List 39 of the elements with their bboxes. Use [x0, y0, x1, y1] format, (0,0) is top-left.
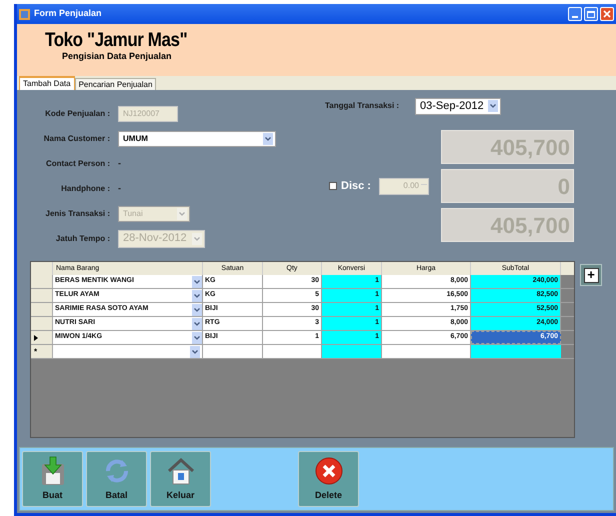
- toolbar-button[interactable]: Delete: [298, 451, 359, 507]
- new-row-cell[interactable]: [53, 345, 203, 358]
- disc-label: Disc :: [341, 178, 371, 194]
- field-label: Contact Person :: [44, 158, 111, 170]
- new-row-cell[interactable]: [263, 345, 322, 358]
- add-row-button[interactable]: +: [580, 264, 602, 286]
- window-title: Form Penjualan: [34, 7, 102, 20]
- current-row-icon: [34, 334, 38, 340]
- field-value: -: [118, 182, 121, 195]
- new-row-cell[interactable]: [382, 345, 471, 358]
- toolbar-button[interactable]: Keluar: [150, 451, 211, 507]
- app-icon: [19, 8, 30, 20]
- field-label: Jenis Transaksi :: [44, 208, 111, 220]
- toolbar-button[interactable]: Buat: [22, 451, 83, 507]
- form-subtitle: Pengisian Data Penjualan: [62, 50, 173, 63]
- close-icon: [603, 10, 611, 18]
- combo-field[interactable]: UMUM: [118, 130, 276, 146]
- house-icon: [166, 456, 196, 486]
- new-row-cell[interactable]: [322, 345, 382, 358]
- toolbar-button[interactable]: Batal: [86, 451, 147, 507]
- row-header[interactable]: [31, 331, 53, 344]
- delete-icon: [314, 456, 344, 486]
- disc-checkbox[interactable]: [329, 182, 337, 190]
- new-row-cell[interactable]: [471, 345, 561, 358]
- field-label: Handphone :: [60, 182, 111, 194]
- tab[interactable]: Pencarian Penjualan: [74, 78, 156, 90]
- new-row-marker: *: [31, 345, 53, 358]
- tab[interactable]: Tambah Data: [19, 76, 75, 90]
- new-row-cell[interactable]: [203, 345, 263, 358]
- store-title: Toko "Jamur Mas": [45, 28, 188, 52]
- close-button[interactable]: [600, 7, 614, 21]
- minimize-button[interactable]: [568, 7, 582, 21]
- field-value: -: [118, 156, 121, 170]
- maximize-button[interactable]: [584, 7, 598, 21]
- field-label: Kode Penjualan :: [44, 108, 111, 120]
- transaction-date-field[interactable]: 03-Sep-2012: [415, 98, 501, 114]
- field-label: Jatuh Tempo :: [54, 232, 111, 244]
- field-label: Nama Customer :: [42, 132, 111, 144]
- date-label: Tanggal Transaksi :: [325, 100, 400, 112]
